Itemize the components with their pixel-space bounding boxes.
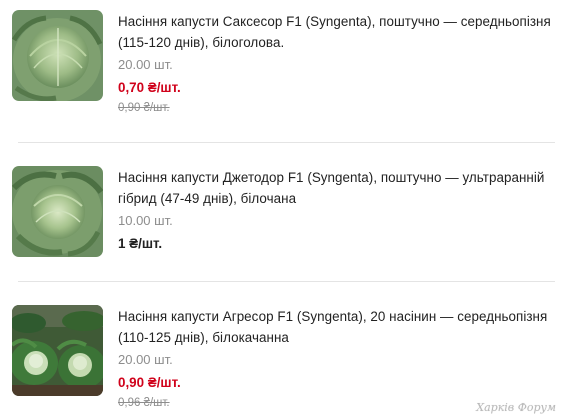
product-price: 0,70 ₴/шт. [118,80,181,95]
product-quantity: 20.00 шт. [118,57,173,72]
cabbage-head-icon [12,10,103,101]
product-price: 0,90 ₴/шт. [118,375,181,390]
product-old-price: 0,90 ₴/шт. [118,102,170,114]
cabbage-field-icon [12,305,103,396]
product-quantity: 10.00 шт. [118,213,173,228]
watermark: Харків Форум [476,401,556,414]
product-image[interactable] [12,305,103,396]
product-image[interactable] [12,10,103,101]
product-list: Насіння капусти Саксесор F1 (Syngenta), … [0,0,565,420]
divider [18,142,555,143]
product-image[interactable] [12,166,103,257]
cabbage-head-icon [12,166,103,257]
divider [18,281,555,282]
product-quantity: 20.00 шт. [118,352,173,367]
product-title[interactable]: Насіння капусти Агресор F1 (Syngenta), 2… [118,306,560,348]
product-old-price: 0,96 ₴/шт. [118,397,170,409]
product-price: 1 ₴/шт. [118,236,163,251]
product-title[interactable]: Насіння капусти Джетодор F1 (Syngenta), … [118,167,560,209]
product-title[interactable]: Насіння капусти Саксесор F1 (Syngenta), … [118,11,560,53]
